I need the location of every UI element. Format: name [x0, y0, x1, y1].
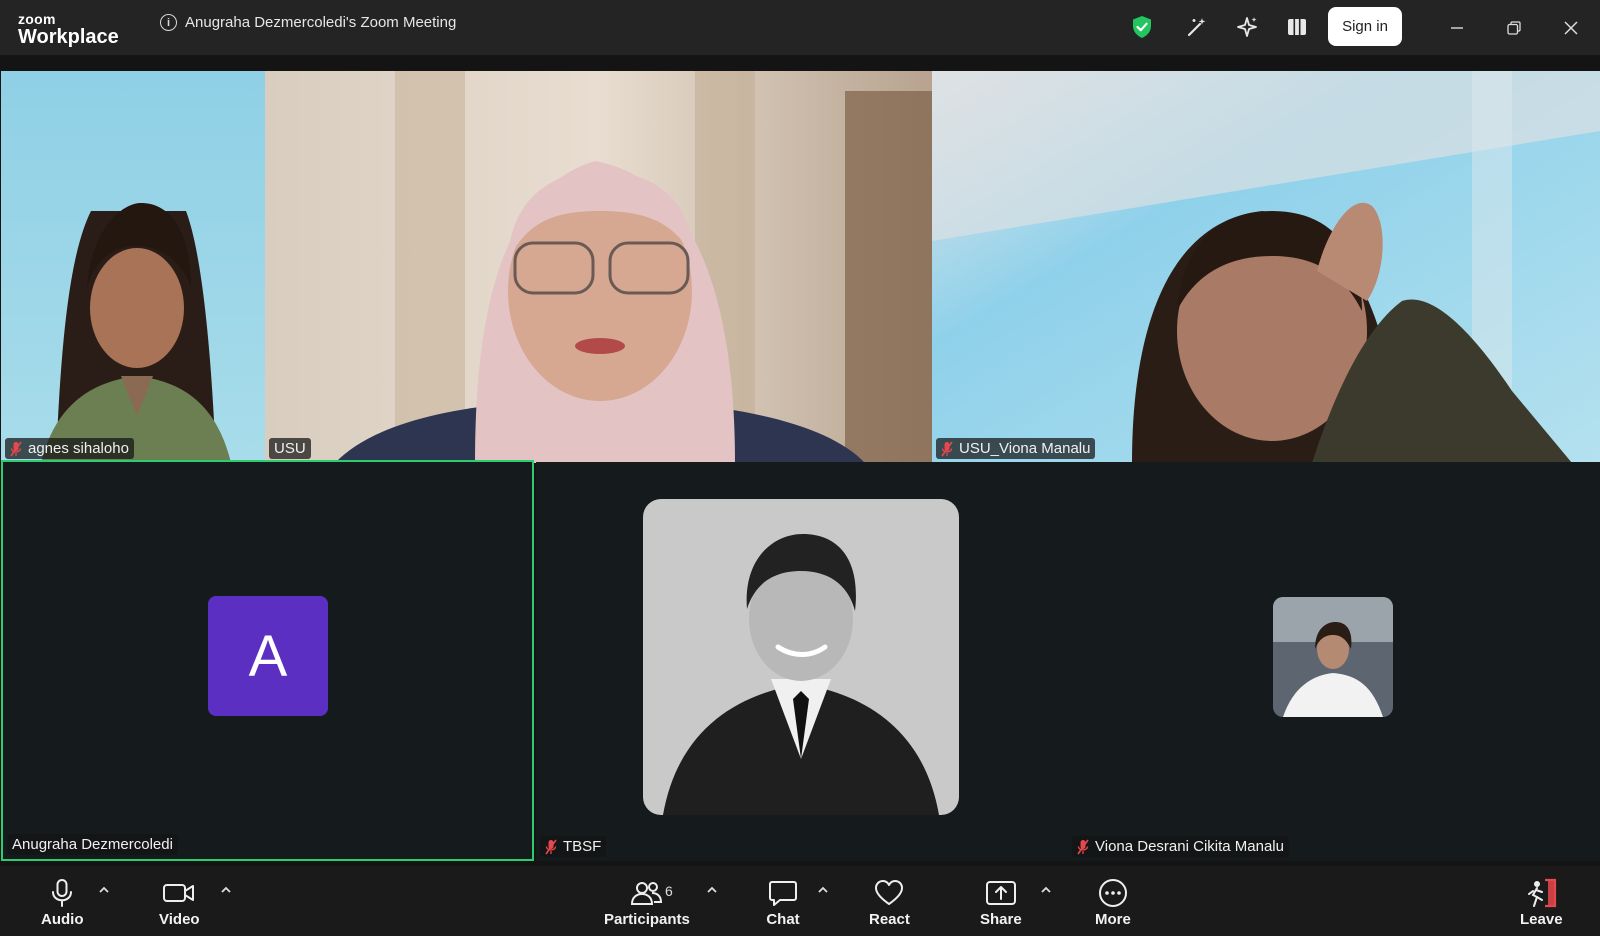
participant-name-tag: agnes sihaloho	[5, 438, 134, 459]
muted-mic-icon	[10, 441, 22, 456]
video-button[interactable]: Video	[159, 878, 200, 928]
meeting-title[interactable]: i Anugraha Dezmercoledi's Zoom Meeting	[160, 14, 456, 31]
participant-name-tag: USU	[269, 438, 311, 459]
chat-bubble-icon	[766, 878, 800, 908]
participant-tile-agnes-sihaloho[interactable]: agnes sihaloho	[1, 71, 265, 463]
participants-icon	[630, 878, 664, 908]
audio-button[interactable]: Audio	[41, 878, 84, 928]
muted-mic-icon	[941, 441, 953, 456]
participant-name: USU	[274, 440, 306, 457]
participants-label: Participants	[604, 911, 690, 928]
view-layout-icon[interactable]	[1284, 14, 1310, 40]
minimize-icon[interactable]	[1443, 14, 1471, 42]
participant-name-tag: Viona Desrani Cikita Manalu	[1072, 836, 1289, 857]
participant-name: agnes sihaloho	[28, 440, 129, 457]
video-camera-icon	[162, 878, 196, 908]
leave-door-icon	[1524, 878, 1558, 908]
chat-button[interactable]: Chat	[766, 878, 800, 928]
more-label: More	[1095, 911, 1131, 928]
avatar: A	[208, 596, 328, 716]
more-button[interactable]: More	[1095, 878, 1131, 928]
video-options-chevron-up-icon[interactable]	[218, 884, 234, 896]
leave-button[interactable]: Leave	[1520, 878, 1563, 928]
muted-mic-icon	[545, 839, 557, 854]
chat-options-chevron-up-icon[interactable]	[815, 884, 831, 896]
logo-zoom-text: zoom	[18, 11, 56, 27]
sign-in-button[interactable]: Sign in	[1328, 7, 1402, 46]
share-label: Share	[980, 911, 1022, 928]
participant-tile-anugraha-dezmercoledi[interactable]: A Anugraha Dezmercoledi	[1, 460, 534, 861]
participant-video-feed	[265, 71, 932, 463]
annotate-wand-icon[interactable]	[1184, 14, 1210, 40]
microphone-icon	[45, 878, 79, 908]
avatar	[1273, 597, 1393, 717]
participant-tile-viona-desrani-cikita-manalu[interactable]: Viona Desrani Cikita Manalu	[1068, 462, 1600, 861]
restore-icon[interactable]	[1500, 14, 1528, 42]
participants-options-chevron-up-icon[interactable]	[704, 884, 720, 896]
security-shield-icon[interactable]	[1129, 14, 1155, 40]
avatar	[643, 499, 959, 815]
participant-name: Viona Desrani Cikita Manalu	[1095, 838, 1284, 855]
zoom-workplace-logo: zoom Workplace	[18, 12, 119, 47]
participant-name-tag: TBSF	[540, 836, 607, 857]
react-label: React	[869, 911, 910, 928]
share-button[interactable]: Share	[980, 878, 1022, 928]
meeting-title-text: Anugraha Dezmercoledi's Zoom Meeting	[185, 14, 457, 31]
participant-name: USU_Viona Manalu	[959, 440, 1091, 457]
chat-label: Chat	[766, 911, 800, 928]
participant-tile-tbsf[interactable]: TBSF	[536, 462, 1068, 861]
audio-options-chevron-up-icon[interactable]	[96, 884, 112, 896]
participant-tile-usu[interactable]: USU	[265, 71, 932, 463]
share-screen-icon	[984, 878, 1018, 908]
share-options-chevron-up-icon[interactable]	[1038, 884, 1054, 896]
participant-name-tag: Anugraha Dezmercoledi	[7, 834, 178, 855]
participant-video-feed	[932, 71, 1600, 463]
participant-video-feed	[1, 71, 265, 463]
muted-mic-icon	[1077, 839, 1089, 854]
participants-count: 6	[665, 883, 673, 899]
react-button[interactable]: React	[869, 878, 910, 928]
audio-label: Audio	[41, 911, 84, 928]
participant-name-tag: USU_Viona Manalu	[936, 438, 1096, 459]
logo-workplace-text: Workplace	[18, 26, 119, 48]
more-dots-icon	[1096, 878, 1130, 908]
video-label: Video	[159, 911, 200, 928]
meeting-controls-toolbar: Audio Video Participants 6 Chat React Sh…	[0, 866, 1600, 936]
participant-name: TBSF	[563, 838, 602, 855]
close-icon[interactable]	[1557, 14, 1585, 42]
participants-button[interactable]: Participants	[604, 878, 690, 928]
leave-label: Leave	[1520, 911, 1563, 928]
participant-name: Anugraha Dezmercoledi	[12, 836, 173, 853]
heart-icon	[872, 878, 906, 908]
ai-companion-icon[interactable]	[1234, 14, 1260, 40]
video-gallery: agnes sihaloho USU USU_Viona Manalu A An…	[0, 55, 1600, 866]
info-icon[interactable]: i	[160, 14, 177, 31]
participant-tile-usu-viona-manalu[interactable]: USU_Viona Manalu	[932, 71, 1600, 463]
title-bar: zoom Workplace i Anugraha Dezmercoledi's…	[0, 0, 1600, 55]
